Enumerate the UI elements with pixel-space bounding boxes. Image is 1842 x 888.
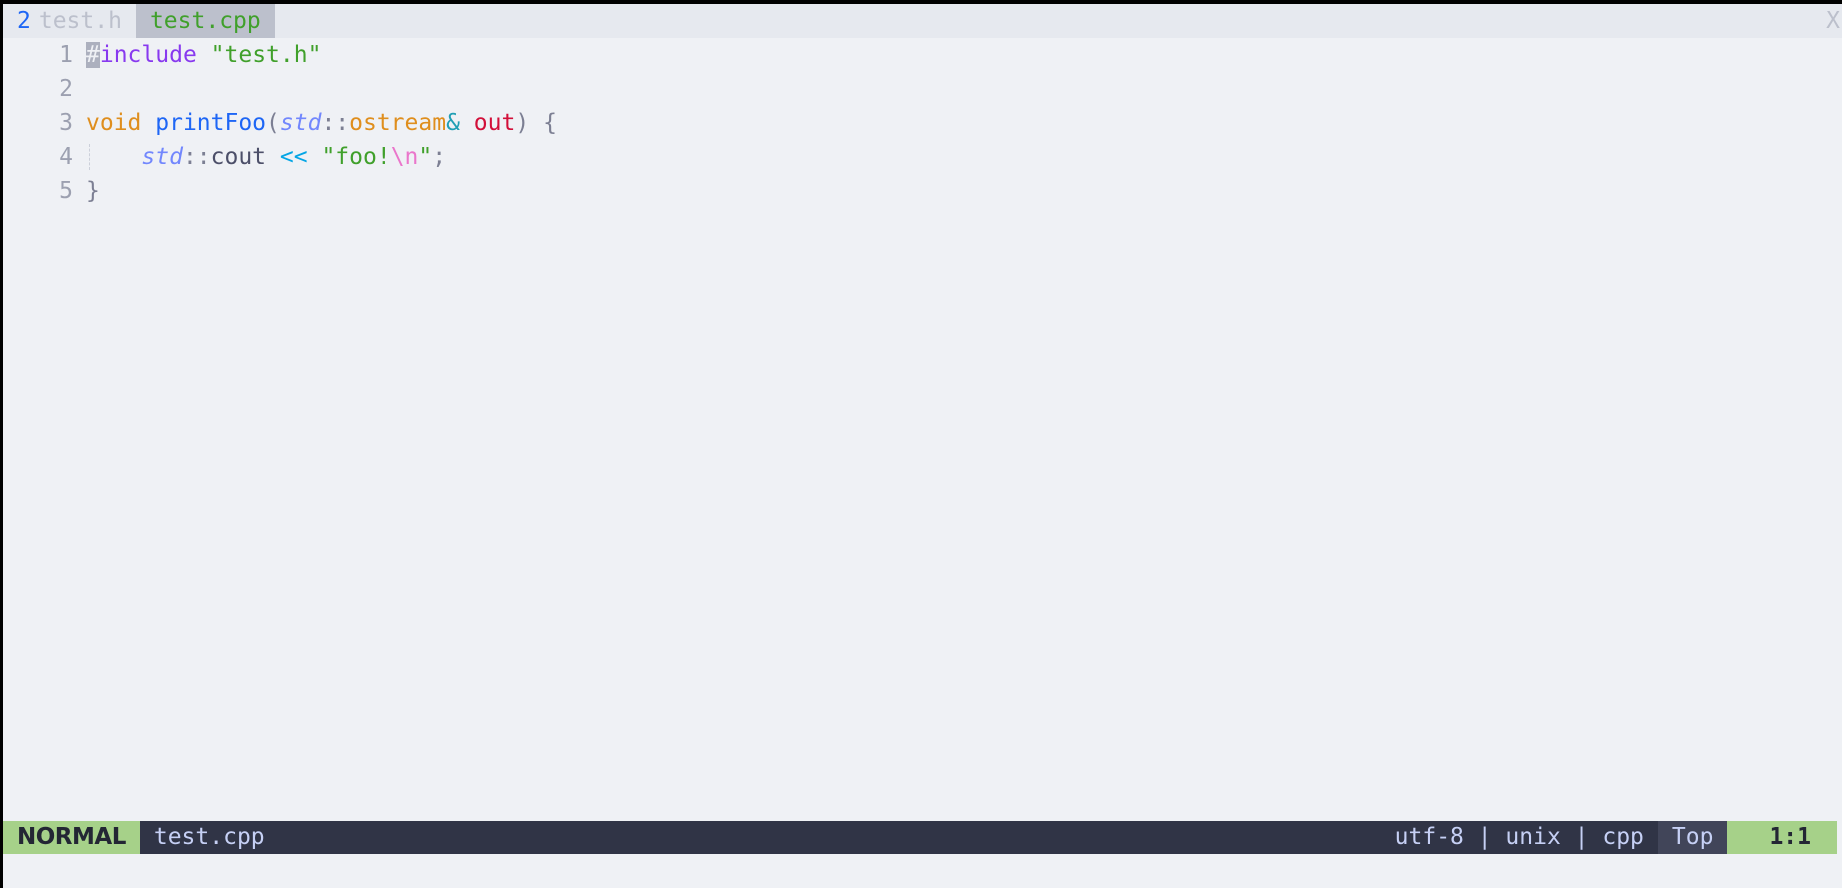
token-namespace: std (279, 110, 322, 136)
file-info: utf-8 | unix | cpp (1394, 824, 1644, 850)
buffer-count: 2 (17, 8, 31, 34)
line-number: 3 (59, 110, 73, 136)
cursor: # (86, 42, 100, 68)
mode-indicator: NORMAL (3, 821, 140, 854)
line-content[interactable]: #include "test.h" (86, 38, 321, 72)
statusline-filename: test.cpp (153, 824, 265, 850)
line-number: 5 (59, 178, 73, 204)
code-line: 4 std::cout << "foo!\n"; (3, 140, 1842, 174)
tab-test-h[interactable]: test.h (35, 4, 136, 38)
token-operator: << (279, 144, 308, 170)
token-preproc: include (99, 42, 197, 68)
token-punct: ( (266, 110, 280, 136)
cursor-position: 1:1 (1727, 821, 1837, 854)
token-type: ostream (349, 110, 447, 136)
tab-test-cpp[interactable]: test.cpp (135, 4, 275, 38)
line-content[interactable]: void printFoo(std::ostream& out) { (86, 106, 557, 140)
token-string: " (418, 144, 433, 170)
line-number: 1 (59, 42, 73, 68)
line-number: 4 (59, 144, 73, 170)
token-string: "test.h" (210, 42, 322, 68)
token-namespace: std (141, 144, 183, 170)
editor-buffer[interactable]: 1 #include "test.h" 2 3 void printFoo(st… (3, 38, 1842, 208)
token-identifier: cout (210, 144, 267, 170)
token-string: "foo! (321, 144, 391, 170)
indent-guide (89, 144, 90, 170)
vim-window: 2 test.h test.cpp X 1 #include "test.h" … (3, 4, 1842, 888)
tabline: 2 test.h test.cpp X (3, 4, 1842, 38)
line-content[interactable]: std::cout << "foo!\n"; (86, 140, 446, 174)
token-escape: \n (390, 144, 419, 170)
token-punct: :: (182, 144, 211, 170)
token-punct: ) (515, 110, 530, 136)
scroll-position: Top (1657, 821, 1728, 854)
token-punct: } (86, 178, 100, 204)
token-parameter: out (473, 110, 516, 136)
code-line: 1 #include "test.h" (3, 38, 1842, 72)
token-punct: { (543, 110, 557, 136)
code-line: 5 } (3, 174, 1842, 208)
statusline: NORMAL test.cpp utf-8 | unix | cpp Top 1… (3, 821, 1837, 854)
token-function: printFoo (155, 110, 267, 136)
token-operator: & (446, 110, 460, 136)
token-punct: ; (432, 144, 447, 170)
line-number: 2 (59, 76, 73, 102)
line-content[interactable]: } (86, 174, 100, 208)
code-line: 3 void printFoo(std::ostream& out) { (3, 106, 1842, 140)
token-punct: :: (321, 110, 350, 136)
code-line: 2 (3, 72, 1842, 106)
close-tab-button[interactable]: X (1824, 4, 1842, 38)
token-type: void (86, 110, 142, 136)
